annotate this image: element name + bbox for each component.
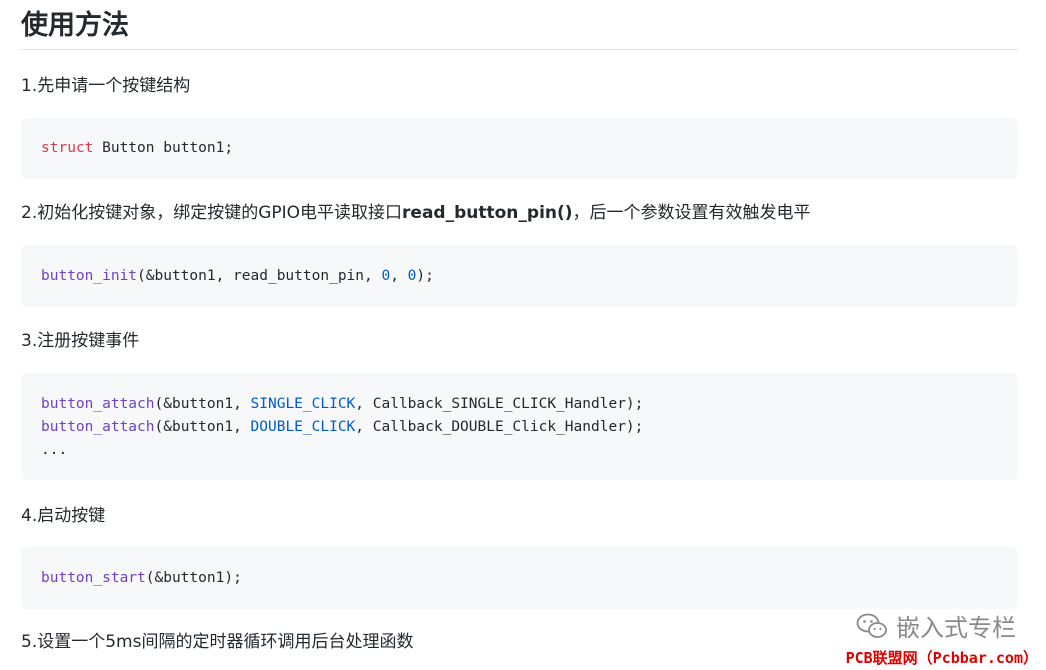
step-2-bold: read_button_pin(): [402, 203, 573, 223]
code-function: button_start: [41, 570, 146, 586]
code-constant: SINGLE_CLICK: [250, 396, 356, 412]
watermark-text: 嵌入式专栏: [896, 614, 1016, 642]
code-text: ,: [390, 268, 408, 284]
code-text: Button button1;: [93, 140, 234, 156]
step-2-suffix: ，后一个参数设置有效触发电平: [572, 203, 811, 223]
code-keyword: struct: [41, 140, 94, 156]
code-text: (&button1);: [145, 570, 242, 586]
step-2-label: 2.初始化按键对象，绑定按键的GPIO电平读取接口read_button_pin…: [21, 201, 811, 225]
code-text: (&button1,: [154, 396, 251, 412]
document-content: 使用方法 1.先申请一个按键结构 struct Button button1; …: [21, 0, 1018, 652]
code-block-1: struct Button button1;: [21, 118, 1018, 179]
site-credit: PCB联盟网（Pcbbar.com）: [843, 647, 1040, 668]
code-function: button_attach: [41, 419, 155, 435]
code-block-2: button_init(&button1, read_button_pin, 0…: [21, 245, 1018, 307]
code-constant: DOUBLE_CLICK: [250, 419, 356, 435]
step-5-label: 5.设置一个5ms间隔的定时器循环调用后台处理函数: [21, 632, 414, 652]
code-text: (&button1,: [154, 419, 251, 435]
step-4-label: 4.启动按键: [21, 506, 106, 526]
code-block-4: button_start(&button1);: [21, 547, 1018, 609]
code-text: , Callback_DOUBLE_Click_Handler);: [355, 419, 644, 435]
code-block-3: button_attach(&button1, SINGLE_CLICK, Ca…: [21, 373, 1018, 480]
step-2-prefix: 2.初始化按键对象，绑定按键的GPIO电平读取接口: [21, 203, 403, 223]
code-function: button_init: [41, 268, 138, 284]
wechat-icon: [856, 613, 887, 638]
code-text: (&button1, read_button_pin,: [137, 268, 382, 284]
step-1-label: 1.先申请一个按键结构: [21, 76, 191, 96]
code-text: );: [416, 268, 434, 284]
code-ellipsis: ...: [41, 442, 68, 458]
section-heading: 使用方法: [21, 0, 1018, 50]
watermark: 嵌入式专栏: [856, 608, 1016, 643]
code-number: 0: [381, 268, 391, 284]
code-text: , Callback_SINGLE_CLICK_Handler);: [355, 396, 644, 412]
step-3-label: 3.注册按键事件: [21, 331, 140, 351]
code-function: button_attach: [41, 396, 155, 412]
